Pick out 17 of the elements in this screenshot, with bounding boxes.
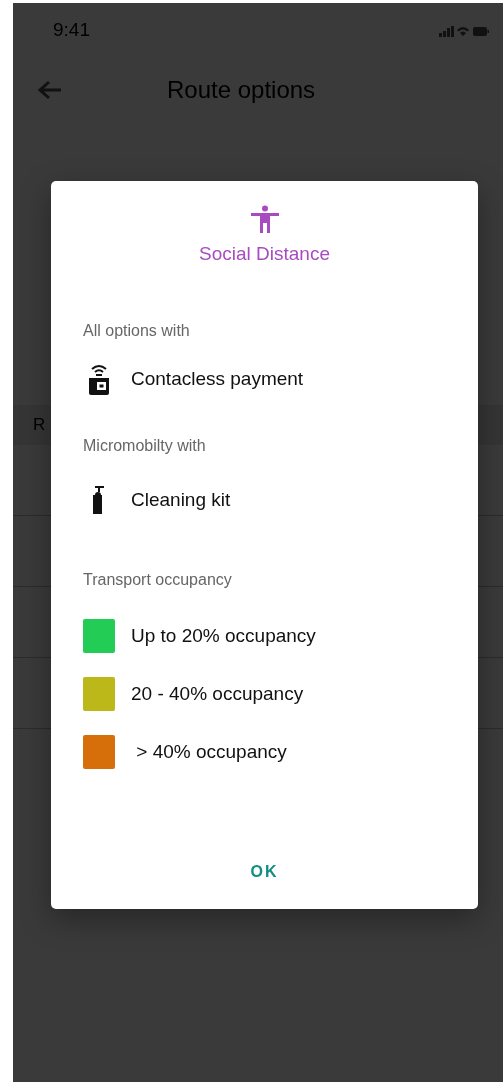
status-time: 9:41 bbox=[53, 19, 90, 41]
ok-button[interactable]: OK bbox=[238, 855, 291, 889]
person-icon bbox=[250, 205, 279, 233]
option-label: 20 - 40% occupancy bbox=[131, 683, 304, 705]
back-arrow-icon[interactable] bbox=[37, 80, 63, 100]
status-icons bbox=[439, 25, 489, 39]
screen-title: Route options bbox=[167, 76, 316, 104]
section-heading: All options with bbox=[83, 322, 191, 341]
option-label: Cleaning kit bbox=[131, 489, 231, 511]
wallet-wifi-icon bbox=[88, 362, 110, 395]
option-label: Contacless payment bbox=[131, 367, 304, 390]
section-heading: Micromobilty with bbox=[83, 437, 207, 456]
option-label: Up to 20% occupancy bbox=[131, 625, 316, 647]
section-heading: Transport occupancy bbox=[83, 571, 233, 590]
dialog-title: Social Distance bbox=[198, 243, 331, 266]
spray-bottle-icon bbox=[91, 485, 105, 515]
option-label: > 40% occupancy bbox=[135, 741, 287, 763]
